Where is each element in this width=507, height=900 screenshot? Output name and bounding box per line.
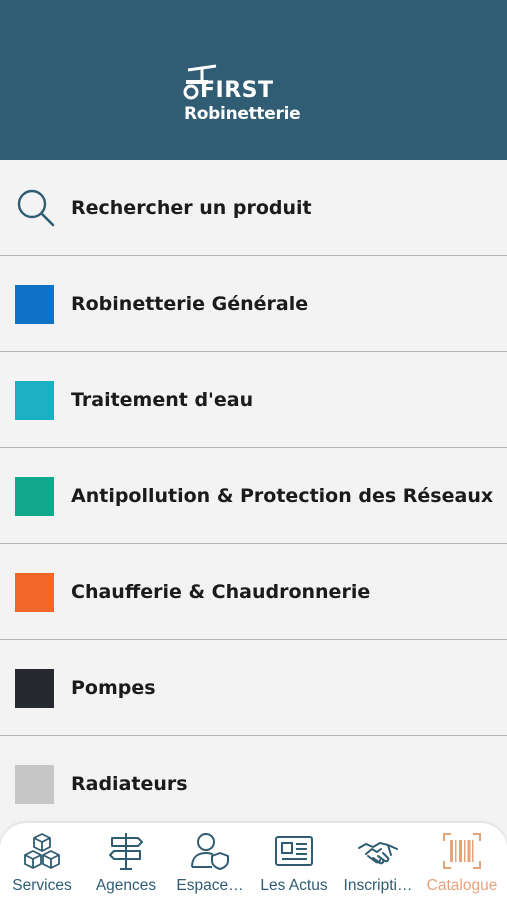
tab-label: Agences	[95, 877, 157, 894]
category-color-swatch	[15, 477, 54, 516]
tab-les-actus[interactable]: Les Actus	[252, 823, 336, 900]
tab-label: Espace…	[176, 877, 244, 894]
tab-inscription[interactable]: Inscripti…	[336, 823, 420, 900]
category-row-radiateurs[interactable]: Radiateurs	[0, 736, 507, 832]
category-color-swatch	[15, 573, 54, 612]
app-header: FIRST Robinetterie	[0, 0, 507, 160]
tab-espace[interactable]: Espace…	[168, 823, 252, 900]
signpost-icon	[109, 833, 143, 870]
category-color-swatch	[15, 669, 54, 708]
category-row-chaufferie[interactable]: Chaufferie & Chaudronnerie	[0, 544, 507, 640]
tab-services[interactable]: Services	[0, 823, 84, 900]
newspaper-icon	[275, 836, 313, 866]
category-row-traitement-eau[interactable]: Traitement d'eau	[0, 352, 507, 448]
search-product-label: Rechercher un produit	[71, 197, 312, 219]
category-row-pompes[interactable]: Pompes	[0, 640, 507, 736]
category-label: Chaufferie & Chaudronnerie	[71, 581, 371, 603]
category-label: Radiateurs	[71, 773, 188, 795]
tab-label: Catalogue	[426, 877, 498, 894]
bottom-tab-bar: Services Agences Espace… Les Actus Inscr…	[0, 823, 507, 900]
category-row-antipollution[interactable]: Antipollution & Protection des Réseaux	[0, 448, 507, 544]
category-color-swatch	[15, 285, 54, 324]
barcode-icon	[443, 833, 481, 869]
category-label: Robinetterie Générale	[71, 293, 309, 315]
user-shield-icon	[191, 833, 229, 870]
cubes-icon	[24, 833, 60, 869]
category-label: Antipollution & Protection des Réseaux	[71, 485, 494, 507]
brand-name-robinetterie: Robinetterie	[184, 104, 301, 124]
tab-label: Inscripti…	[343, 877, 413, 894]
tab-label: Services	[12, 877, 72, 894]
brand-logo: FIRST Robinetterie	[182, 64, 332, 130]
tab-catalogue[interactable]: Catalogue	[420, 823, 504, 900]
category-label: Traitement d'eau	[71, 389, 254, 411]
brand-name-first: FIRST	[200, 78, 274, 103]
search-product-row[interactable]: Rechercher un produit	[0, 160, 507, 256]
search-icon	[17, 189, 55, 227]
category-label: Pompes	[71, 677, 156, 699]
tab-agences[interactable]: Agences	[84, 823, 168, 900]
category-color-swatch	[15, 765, 54, 804]
handshake-icon	[358, 842, 398, 865]
catalogue-menu: Rechercher un produit Robinetterie Génér…	[0, 160, 507, 832]
tab-label: Les Actus	[260, 877, 328, 894]
category-row-robinetterie-generale[interactable]: Robinetterie Générale	[0, 256, 507, 352]
category-color-swatch	[15, 381, 54, 420]
